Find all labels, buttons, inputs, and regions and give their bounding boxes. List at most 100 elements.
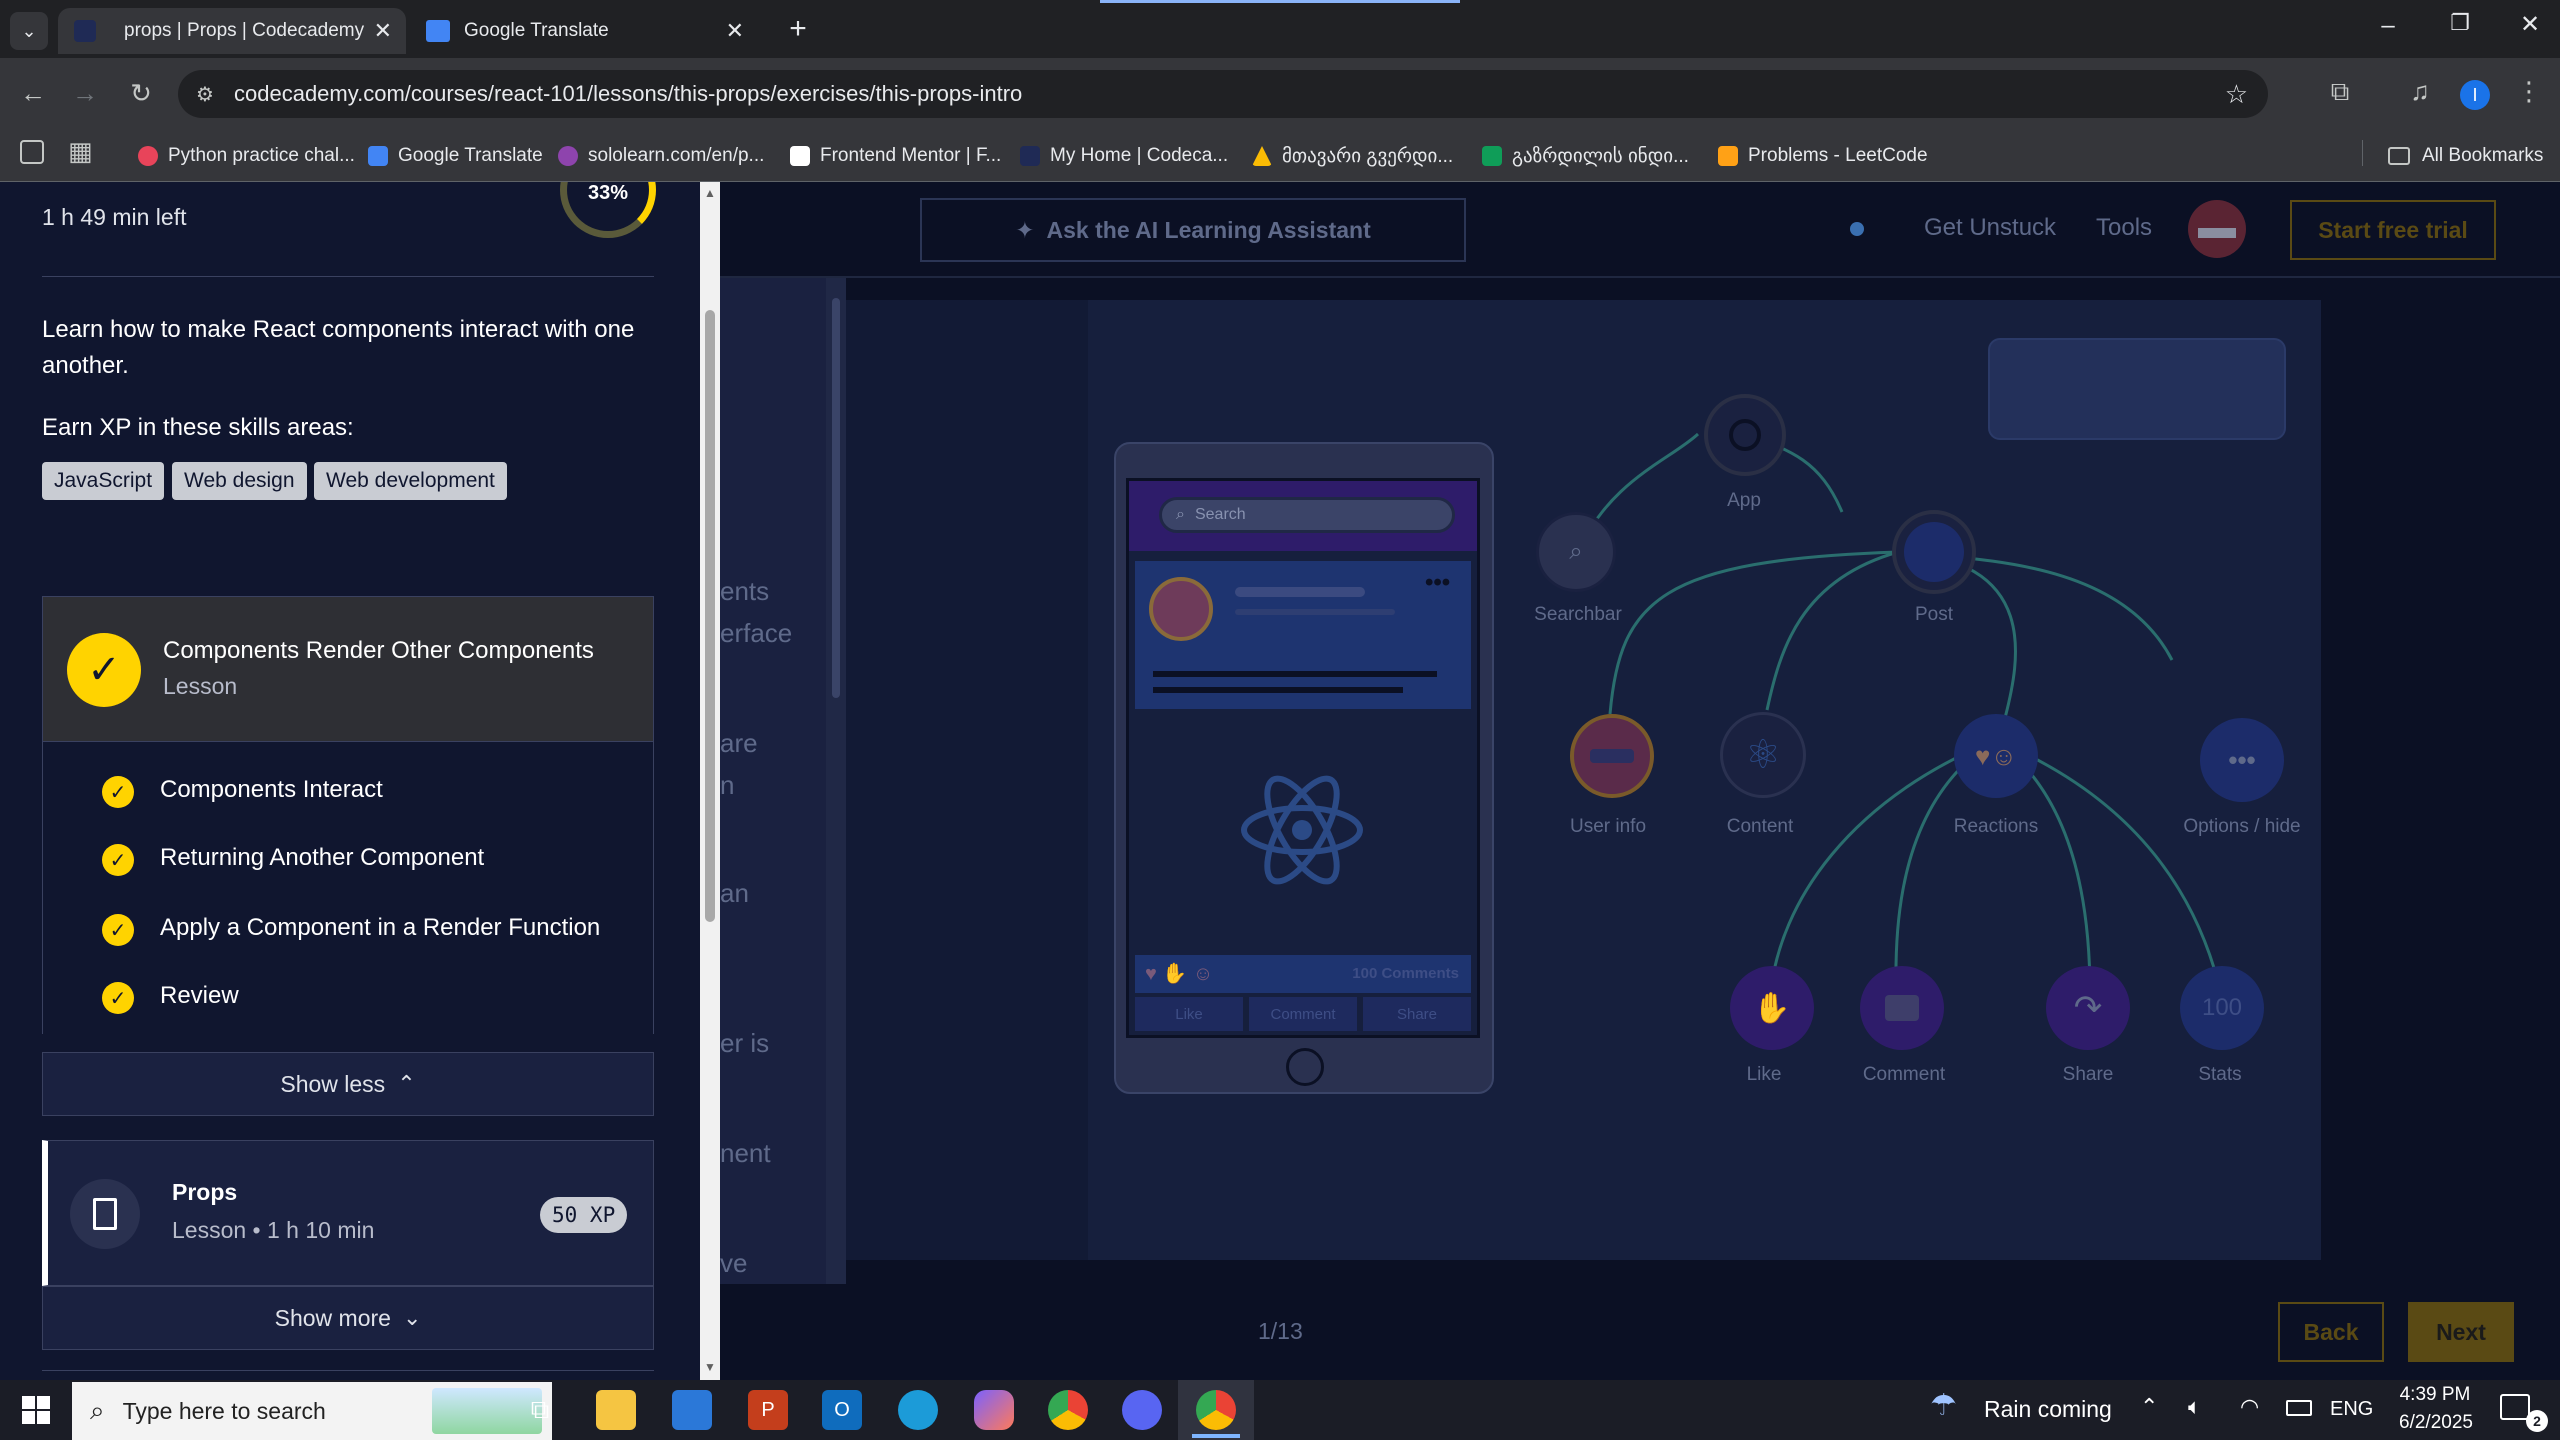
action-comment: Comment xyxy=(1249,997,1357,1031)
exercise-item[interactable]: Review xyxy=(160,982,239,1010)
profile-avatar[interactable]: I xyxy=(2460,80,2490,110)
wifi-icon[interactable]: ◠ xyxy=(2240,1394,2259,1420)
bookmark-python[interactable]: Python practice chal... xyxy=(138,136,355,176)
sidebar-scrollbar[interactable]: ▲ ▼ xyxy=(700,182,720,1380)
completed-lesson-card[interactable]: ✓ Components Render Other Components Les… xyxy=(42,596,654,742)
close-window-button[interactable]: ✕ xyxy=(2510,10,2550,44)
copilot-icon[interactable] xyxy=(974,1390,1014,1430)
microsoft-store-icon[interactable] xyxy=(672,1390,712,1430)
post-subtitle-line xyxy=(1235,609,1395,615)
current-lesson-card[interactable]: Props Lesson • 1 h 10 min 50 XP xyxy=(42,1140,654,1286)
task-view-icon[interactable]: ⧉ xyxy=(520,1390,560,1430)
bookmark-google-translate[interactable]: Google Translate xyxy=(368,136,543,176)
more-options-icon: ••• xyxy=(1425,569,1451,596)
lesson-title: Props xyxy=(172,1179,238,1205)
bookmark-frontend-mentor[interactable]: Frontend Mentor | F... xyxy=(790,136,1001,176)
back-button[interactable]: Back xyxy=(2278,1302,2384,1362)
tab-groups-icon[interactable] xyxy=(20,140,44,164)
next-button[interactable]: Next xyxy=(2408,1302,2514,1362)
tree-node-user-info xyxy=(1570,714,1654,798)
forward-arrow-icon[interactable]: → xyxy=(68,78,102,109)
top-navigation: ✦ Ask the AI Learning Assistant Get Unst… xyxy=(720,182,2560,278)
bookmark-codecademy[interactable]: My Home | Codeca... xyxy=(1020,136,1228,176)
narrative-scrollbar[interactable] xyxy=(826,278,846,1284)
chevron-down-icon: ⌄ xyxy=(402,1305,422,1330)
get-unstuck-link[interactable]: Get Unstuck xyxy=(1924,214,2056,242)
extensions-icon[interactable]: ⧉ xyxy=(2320,76,2360,108)
url-text[interactable]: codecademy.com/courses/react-101/lessons… xyxy=(234,81,1022,107)
post-line xyxy=(1153,687,1403,693)
outlook-icon[interactable]: O xyxy=(822,1390,862,1430)
avatar[interactable] xyxy=(2188,200,2246,258)
reload-icon[interactable]: ↻ xyxy=(124,78,158,109)
chrome-icon[interactable] xyxy=(1048,1390,1088,1430)
tab-google-translate[interactable]: Google Translate ✕ xyxy=(410,8,758,54)
bookmark-sheets[interactable]: გაზრდილის ინდი... xyxy=(1482,136,1689,176)
bookmark-sololearn[interactable]: sololearn.com/en/p... xyxy=(558,136,764,176)
menu-icon[interactable]: ⋮ xyxy=(2512,76,2546,107)
notification-center-icon[interactable] xyxy=(2500,1394,2530,1420)
lesson-book-icon xyxy=(70,1179,140,1249)
translate-favicon-icon xyxy=(426,20,450,42)
sparkle-icon: ✦ xyxy=(1015,216,1035,243)
clock-date[interactable]: 6/2/2025 xyxy=(2386,1412,2486,1434)
tree-node-comment xyxy=(1860,966,1944,1050)
chevron-up-icon[interactable]: ⌃ xyxy=(2140,1394,2158,1420)
tab-props[interactable]: props | Props | Codecademy ✕ xyxy=(58,8,406,54)
start-free-trial-button[interactable]: Start free trial xyxy=(2290,200,2496,260)
ai-assistant-button[interactable]: ✦ Ask the AI Learning Assistant xyxy=(920,198,1466,262)
tree-label-options: Options / hide xyxy=(2183,816,2301,837)
exercise-item[interactable]: Returning Another Component xyxy=(160,844,484,872)
all-bookmarks[interactable]: All Bookmarks xyxy=(2388,136,2543,176)
windows-start-icon[interactable] xyxy=(22,1396,50,1424)
syllabus-sidebar: 33% 1 h 49 min left Learn how to make Re… xyxy=(0,182,700,1380)
folder-icon xyxy=(2388,147,2410,165)
umbrella-icon[interactable]: ☂ xyxy=(1930,1388,1957,1423)
back-arrow-icon[interactable]: ← xyxy=(16,78,50,109)
bookmark-favicon-icon xyxy=(138,146,158,166)
tab-search-button[interactable]: ⌄ xyxy=(10,12,48,50)
restore-button[interactable]: ❐ xyxy=(2440,10,2480,44)
volume-icon[interactable]: 🔈︎ xyxy=(2188,1394,2201,1420)
bookmark-drive-main[interactable]: მთავარი გვერდი... xyxy=(1252,136,1453,176)
chrome-profile-icon[interactable] xyxy=(1196,1390,1236,1430)
exercise-item[interactable]: Apply a Component in a Render Function xyxy=(160,914,600,942)
taskbar-search-box[interactable]: ⌕ Type here to search xyxy=(72,1382,552,1440)
address-bar[interactable]: ⚙ codecademy.com/courses/react-101/lesso… xyxy=(178,70,2268,118)
check-icon: ✓ xyxy=(102,844,134,876)
tree-label-stats: Stats xyxy=(2198,1064,2242,1085)
tab-loading-indicator xyxy=(1100,0,1460,3)
show-more-button[interactable]: Show more ⌄ xyxy=(42,1286,654,1350)
apps-icon[interactable]: ▦ xyxy=(68,136,93,167)
check-icon: ✓ xyxy=(102,914,134,946)
new-tab-button[interactable]: + xyxy=(780,12,816,48)
discord-icon[interactable] xyxy=(1122,1390,1162,1430)
edge-icon[interactable] xyxy=(898,1390,938,1430)
skill-chip[interactable]: Web development xyxy=(314,462,507,500)
clock-time[interactable]: 4:39 PM xyxy=(2390,1384,2480,1406)
tab-strip: ⌄ props | Props | Codecademy ✕ Google Tr… xyxy=(0,0,2560,58)
close-icon[interactable]: ✕ xyxy=(374,18,392,44)
scroll-down-arrow[interactable]: ▼ xyxy=(704,1360,716,1374)
tools-link[interactable]: Tools xyxy=(2096,214,2152,242)
narrative-text: er is xyxy=(720,1028,770,1058)
powerpoint-icon[interactable]: P xyxy=(748,1390,788,1430)
show-less-button[interactable]: Show less ⌃ xyxy=(42,1052,654,1116)
battery-icon[interactable] xyxy=(2286,1400,2312,1416)
site-info-icon[interactable]: ⚙ xyxy=(196,82,214,107)
minimize-button[interactable]: – xyxy=(2368,12,2408,46)
scroll-thumb[interactable] xyxy=(705,310,715,922)
media-control-icon[interactable]: ♫ xyxy=(2400,76,2440,107)
bookmark-star-icon[interactable]: ☆ xyxy=(2225,79,2248,110)
file-explorer-icon[interactable] xyxy=(596,1390,636,1430)
scroll-up-arrow[interactable]: ▲ xyxy=(704,186,716,200)
exercise-item[interactable]: Components Interact xyxy=(160,776,383,804)
post-line xyxy=(1153,671,1437,677)
close-icon[interactable]: ✕ xyxy=(726,18,744,44)
weather-text[interactable]: Rain coming xyxy=(1984,1396,2112,1423)
bookmark-leetcode[interactable]: Problems - LeetCode xyxy=(1718,136,1928,176)
language-indicator[interactable]: ENG xyxy=(2330,1398,2373,1421)
skill-chip[interactable]: JavaScript xyxy=(42,462,165,500)
divider xyxy=(42,276,654,277)
skill-chip[interactable]: Web design xyxy=(172,462,307,500)
